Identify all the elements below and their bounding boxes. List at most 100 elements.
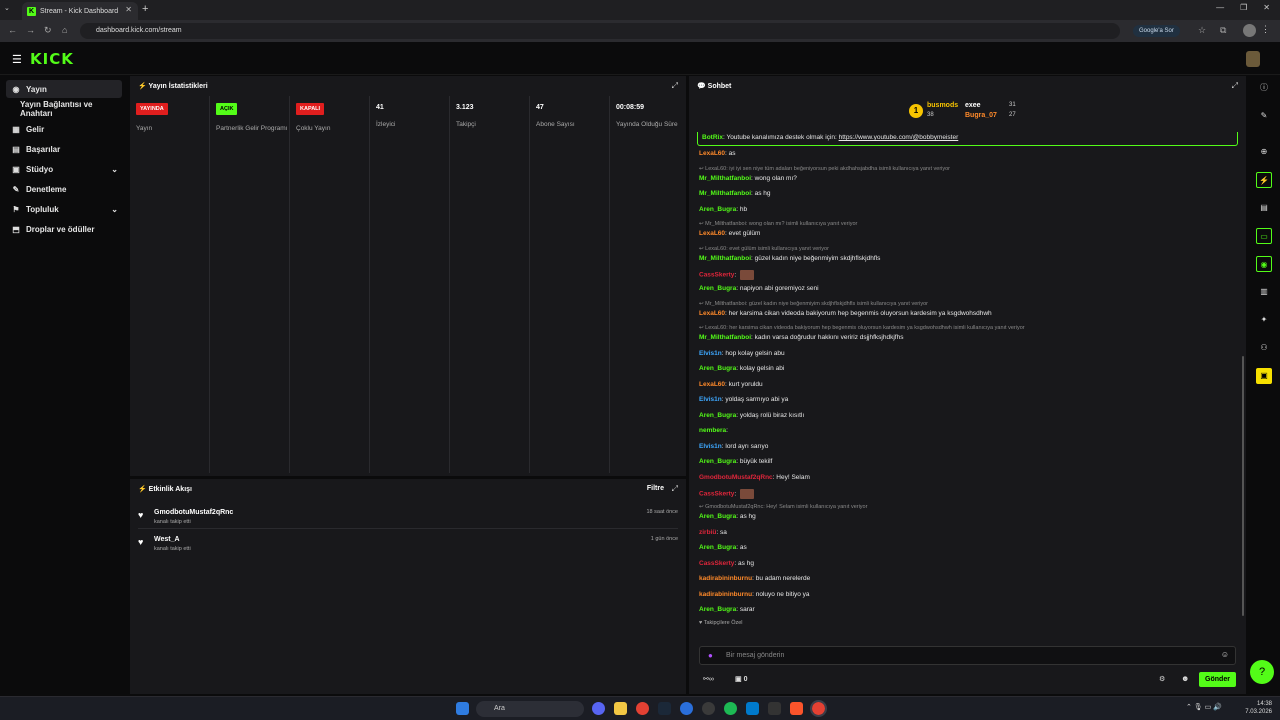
chat-bubble-icon[interactable]: ▭ — [1256, 228, 1272, 244]
settings-icon[interactable] — [702, 702, 715, 715]
new-tab-icon[interactable]: + — [142, 3, 148, 15]
url-field[interactable]: dashboard.kick.com/stream — [80, 23, 1120, 39]
extensions-icon[interactable]: ⧉ — [1220, 25, 1226, 36]
browser-menu-icon[interactable]: ⋮ — [1261, 24, 1270, 35]
layers-icon[interactable]: ▤ — [1256, 200, 1272, 216]
kick-logo[interactable]: KICK — [30, 50, 74, 68]
folder-icon[interactable] — [614, 702, 627, 715]
steam-icon[interactable] — [658, 702, 671, 715]
hamburger-menu-icon[interactable]: ☰ — [12, 53, 22, 66]
sidebar-item-basarilar[interactable]: ▤ Başarılar — [6, 140, 122, 158]
sidebar-item-topluluk[interactable]: ⚑ Topluluk ⌄ — [6, 200, 122, 218]
chat-username[interactable]: Aren_Bugra — [699, 458, 736, 465]
forward-icon[interactable]: → — [26, 25, 35, 35]
expand-icon[interactable]: ⤢ — [672, 81, 678, 91]
community-icon[interactable]: ⚯∞ — [703, 675, 714, 683]
info-icon[interactable]: ⓘ — [1256, 80, 1272, 96]
sidebar-item-droplar[interactable]: ⬒ Droplar ve ödüller — [6, 220, 122, 238]
emoji-icon[interactable]: ☺ — [1221, 650, 1229, 659]
points-counter[interactable]: ▣ 0 — [735, 675, 747, 683]
chat-message: Aren_Bugra: as hg — [699, 513, 756, 520]
chrome-active-icon[interactable] — [810, 700, 827, 717]
chat-scrollbar[interactable] — [1242, 356, 1244, 616]
chat-username[interactable]: Elvis1n — [699, 350, 722, 357]
chat-username[interactable]: LexaL60 — [699, 150, 725, 157]
chat-input[interactable]: ● Bir mesaj gönderin ☺ — [699, 646, 1236, 665]
sidebar-item-studyo[interactable]: ▣ Stüdyo ⌄ — [6, 160, 122, 178]
chat-username[interactable]: kadirabininburnu — [699, 591, 752, 598]
bookmark-star-icon[interactable]: ☆ — [1198, 25, 1206, 36]
user-avatar[interactable] — [1246, 51, 1260, 67]
chat-username[interactable]: Aren_Bugra — [699, 544, 736, 551]
users-icon[interactable]: ⚇ — [1256, 340, 1272, 356]
chat-username[interactable]: Mr_Milthatfanboi — [699, 255, 751, 262]
browser-icon[interactable] — [680, 702, 693, 715]
chat-username[interactable]: Elvis1n — [699, 443, 722, 450]
windows-start-icon[interactable] — [456, 702, 469, 715]
help-chat-icon[interactable]: ? — [1250, 660, 1274, 684]
sidebar-item-yayin[interactable]: ◉ Yayın — [6, 80, 122, 98]
sidebar-item-gelir[interactable]: ▦ Gelir — [6, 120, 122, 138]
lightning-icon[interactable]: ⚡ — [1256, 172, 1272, 188]
expand-icon[interactable]: ⤢ — [1232, 81, 1238, 91]
chat-username[interactable]: Aren_Bugra — [699, 513, 736, 520]
notion-icon[interactable] — [768, 702, 781, 715]
heart-icon: ♥ — [138, 510, 144, 520]
close-window-icon[interactable]: ✕ — [1263, 3, 1270, 12]
chat-username[interactable]: LexaL60 — [699, 230, 725, 237]
kick-favicon-icon: K — [27, 7, 36, 16]
google-ask-button[interactable]: Google'a Sor — [1133, 25, 1180, 37]
spotify-icon[interactable] — [724, 702, 737, 715]
wrench-icon[interactable]: ✦ — [1256, 312, 1272, 328]
chat-username[interactable]: Mr_Milthatfanboi — [699, 175, 751, 182]
chat-username[interactable]: Aren_Bugra — [699, 412, 736, 419]
tray-icons[interactable]: ⌃ 🎙 ▭ 🔊 — [1186, 703, 1222, 711]
tab-list-icon[interactable]: ⌄ — [4, 4, 10, 12]
chat-username[interactable]: Mr_Milthatfanboi — [699, 190, 751, 197]
profile-avatar[interactable] — [1243, 24, 1256, 37]
mic-icon[interactable]: ● — [708, 651, 713, 660]
sidebar-item-stream-key[interactable]: Yayın Bağlantısı ve Anahtarı — [6, 100, 122, 118]
home-icon[interactable]: ⌂ — [62, 25, 67, 35]
settings-gear-icon[interactable]: ⚙ — [1159, 675, 1165, 683]
maximize-icon[interactable]: ❐ — [1240, 3, 1247, 12]
chat-username[interactable]: CassSkerty — [699, 272, 734, 279]
chat-username[interactable]: Elvis1n — [699, 396, 722, 403]
chrome-icon[interactable] — [636, 702, 649, 715]
chat-username[interactable]: LexaL60 — [699, 310, 725, 317]
broadcast-icon[interactable]: ◉ — [1256, 256, 1272, 272]
brave-icon[interactable] — [790, 702, 803, 715]
chat-username[interactable]: GmodbotuMustaf2qRnc — [699, 474, 773, 481]
sidebar-item-denetleme[interactable]: ✎ Denetleme — [6, 180, 122, 198]
send-button[interactable]: Gönder — [1199, 672, 1236, 687]
clapper-icon[interactable]: ▣ — [1256, 368, 1272, 384]
vscode-icon[interactable] — [746, 702, 759, 715]
crosshair-icon[interactable]: ⊕ — [1256, 144, 1272, 160]
chat-username[interactable]: Aren_Bugra — [699, 365, 736, 372]
chat-username[interactable]: CassSkerty — [699, 560, 734, 567]
chat-username[interactable]: LexaL60 — [699, 381, 725, 388]
chat-username[interactable]: zirbiü — [699, 529, 716, 536]
filter-button[interactable]: Filtre — [647, 485, 664, 492]
chat-username[interactable]: CassSkerty — [699, 491, 734, 498]
edit-icon[interactable]: ✎ — [1256, 108, 1272, 124]
storage-icon[interactable]: ▥ — [1256, 284, 1272, 300]
back-icon[interactable]: ← — [8, 25, 17, 35]
chat-username[interactable]: Aren_Bugra — [699, 285, 736, 292]
taskbar-search[interactable]: Ara — [476, 701, 584, 717]
emote-icon[interactable]: ☻ — [1181, 674, 1189, 683]
chat-username[interactable]: kadirabininburnu — [699, 575, 752, 582]
reload-icon[interactable]: ↻ — [44, 25, 52, 36]
chat-username[interactable]: nembera — [699, 427, 726, 434]
chat-username[interactable]: Mr_Milthatfanboi — [699, 334, 751, 341]
chat-text: : — [726, 427, 728, 434]
browser-tab[interactable]: K Stream - Kick Dashboard ✕ — [22, 2, 138, 20]
chat-username[interactable]: Aren_Bugra — [699, 206, 736, 213]
address-bar-row: ← → ↻ ⌂ dashboard.kick.com/stream Google… — [0, 20, 1280, 42]
discord-icon[interactable] — [592, 702, 605, 715]
chat-username[interactable]: Aren_Bugra — [699, 606, 736, 613]
minimize-icon[interactable]: — — [1216, 3, 1224, 12]
expand-icon[interactable]: ⤢ — [672, 484, 678, 494]
taskbar-clock[interactable]: 14:38 7.03.2026 — [1245, 700, 1272, 716]
close-tab-icon[interactable]: ✕ — [125, 5, 132, 14]
